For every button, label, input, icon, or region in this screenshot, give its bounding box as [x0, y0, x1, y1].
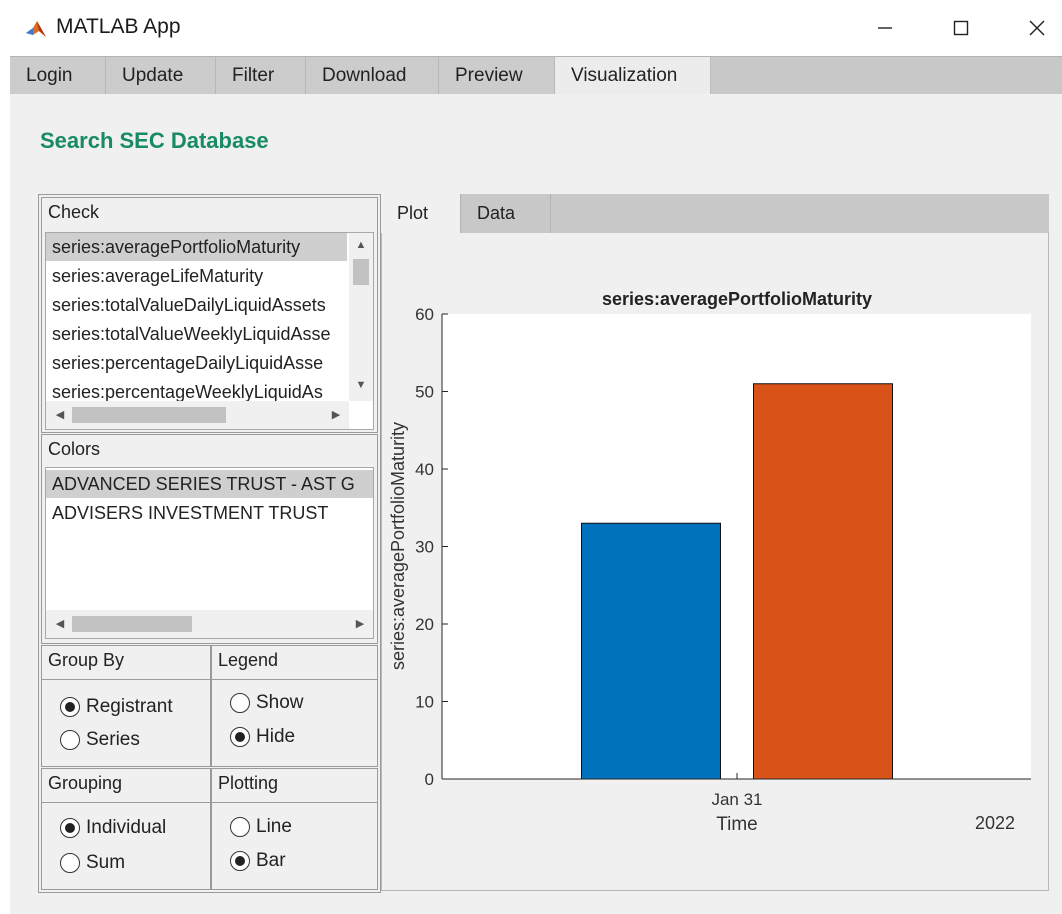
list-item[interactable]: series:totalValueWeeklyLiquidAsse: [46, 320, 347, 348]
list-item[interactable]: series:averageLifeMaturity: [46, 262, 347, 290]
scroll-down-icon[interactable]: ▼: [353, 379, 369, 391]
y-axis-label: series:averagePortfolioMaturity: [388, 422, 408, 670]
radio-individual[interactable]: Individual: [60, 817, 166, 839]
radio-label: Hide: [256, 726, 296, 747]
radio-sum[interactable]: Sum: [60, 852, 125, 874]
y-tick-label: 20: [415, 615, 434, 634]
y-tick-label: 50: [415, 383, 434, 402]
bar-chart: series:averagePortfolioMaturity series:a…: [388, 289, 1031, 835]
group-by-panel: Group By Registrant Series: [41, 645, 211, 767]
check-panel: Check series:averagePortfolioMaturity se…: [41, 197, 378, 433]
y-tick-label: 30: [415, 538, 434, 557]
list-item[interactable]: ADVANCED SERIES TRUST - AST G: [46, 470, 373, 498]
y-tick-label: 10: [415, 693, 434, 712]
colors-listbox[interactable]: ADVANCED SERIES TRUST - AST G ADVISERS I…: [45, 467, 374, 639]
radio-button[interactable]: [230, 693, 250, 713]
window-title: MATLAB App: [56, 15, 181, 38]
radio-series[interactable]: Series: [60, 729, 140, 751]
group-by-title: Group By: [48, 650, 125, 670]
plot-tab-bar: Plot Data: [381, 194, 1049, 233]
grouping-title: Grouping: [48, 773, 123, 793]
tab-plot[interactable]: Plot: [381, 194, 461, 233]
page-title: Search SEC Database: [40, 128, 269, 153]
axes-background: [442, 314, 1031, 779]
legend-panel: Legend Show Hide: [211, 645, 378, 767]
colors-horizontal-scrollbar[interactable]: ◀ ▶: [46, 610, 373, 638]
scroll-left-icon[interactable]: ◀: [52, 617, 68, 630]
scroll-thumb[interactable]: [72, 407, 226, 423]
radio-registrant[interactable]: Registrant: [60, 696, 173, 718]
radio-button[interactable]: [230, 727, 250, 747]
check-title: Check: [48, 202, 100, 222]
x-axis-label: Time: [716, 814, 758, 835]
radio-button[interactable]: [60, 853, 80, 873]
scroll-thumb[interactable]: [72, 616, 192, 632]
radio-button[interactable]: [230, 851, 250, 871]
tab-update[interactable]: Update: [106, 57, 216, 95]
plotting-panel: Plotting Line Bar: [211, 768, 378, 890]
minimize-icon: [878, 27, 892, 29]
radio-button[interactable]: [60, 697, 80, 717]
divider: [42, 679, 210, 680]
tab-preview[interactable]: Preview: [439, 57, 555, 95]
matlab-icon: [24, 17, 48, 41]
y-tick-label: 40: [415, 460, 434, 479]
radio-label: Series: [86, 729, 140, 750]
scroll-right-icon[interactable]: ▶: [352, 617, 368, 630]
radio-button[interactable]: [60, 730, 80, 750]
controls-panel: Check series:averagePortfolioMaturity se…: [38, 194, 381, 893]
minimize-button[interactable]: [862, 8, 908, 48]
grouping-panel: Grouping Individual Sum: [41, 768, 211, 890]
tab-visualization[interactable]: Visualization: [555, 57, 711, 95]
radio-button[interactable]: [230, 817, 250, 837]
close-icon: [1029, 20, 1045, 36]
y-tick-label: 60: [415, 305, 434, 324]
chart-title: series:averagePortfolioMaturity: [602, 289, 872, 309]
main-tab-bar: Login Update Filter Download Preview Vis…: [10, 56, 1062, 95]
radio-label: Line: [256, 816, 292, 837]
tab-data[interactable]: Data: [461, 194, 551, 233]
list-item[interactable]: series:percentageDailyLiquidAsse: [46, 349, 347, 377]
x-tick-label: Jan 31: [711, 790, 762, 809]
scroll-left-icon[interactable]: ◀: [52, 408, 68, 421]
check-horizontal-scrollbar[interactable]: ◀ ▶: [46, 401, 349, 429]
check-listbox[interactable]: series:averagePortfolioMaturity series:a…: [45, 232, 374, 430]
scroll-thumb[interactable]: [353, 259, 369, 285]
radio-label: Show: [256, 692, 304, 713]
close-button[interactable]: [1014, 8, 1060, 48]
radio-button[interactable]: [60, 818, 80, 838]
maximize-icon: [953, 20, 969, 36]
radio-label: Individual: [86, 817, 167, 838]
bar: [581, 522, 721, 780]
radio-show[interactable]: Show: [230, 692, 304, 714]
scroll-right-icon[interactable]: ▶: [328, 408, 344, 421]
tab-login[interactable]: Login: [10, 57, 106, 95]
maximize-button[interactable]: [938, 8, 984, 48]
divider: [212, 679, 377, 680]
bar: [753, 383, 893, 780]
radio-label: Bar: [256, 850, 286, 871]
radio-label: Sum: [86, 852, 126, 873]
scroll-up-icon[interactable]: ▲: [353, 239, 369, 251]
radio-label: Registrant: [86, 696, 173, 717]
list-item[interactable]: series:averagePortfolioMaturity: [46, 233, 347, 261]
y-tick-label: 0: [425, 770, 434, 789]
divider: [212, 802, 377, 803]
x-secondary-label: 2022: [975, 813, 1015, 833]
divider: [42, 802, 210, 803]
tab-filter[interactable]: Filter: [216, 57, 306, 95]
list-item[interactable]: series:totalValueDailyLiquidAssets: [46, 291, 347, 319]
tab-download[interactable]: Download: [306, 57, 439, 95]
radio-line[interactable]: Line: [230, 816, 292, 838]
plotting-title: Plotting: [218, 773, 279, 793]
radio-bar[interactable]: Bar: [230, 850, 286, 872]
list-item[interactable]: ADVISERS INVESTMENT TRUST: [46, 499, 373, 527]
radio-hide[interactable]: Hide: [230, 726, 295, 748]
check-vertical-scrollbar[interactable]: ▲ ▼: [349, 233, 373, 401]
colors-panel: Colors ADVANCED SERIES TRUST - AST G ADV…: [41, 434, 378, 644]
legend-title: Legend: [218, 650, 279, 670]
colors-title: Colors: [48, 439, 101, 459]
